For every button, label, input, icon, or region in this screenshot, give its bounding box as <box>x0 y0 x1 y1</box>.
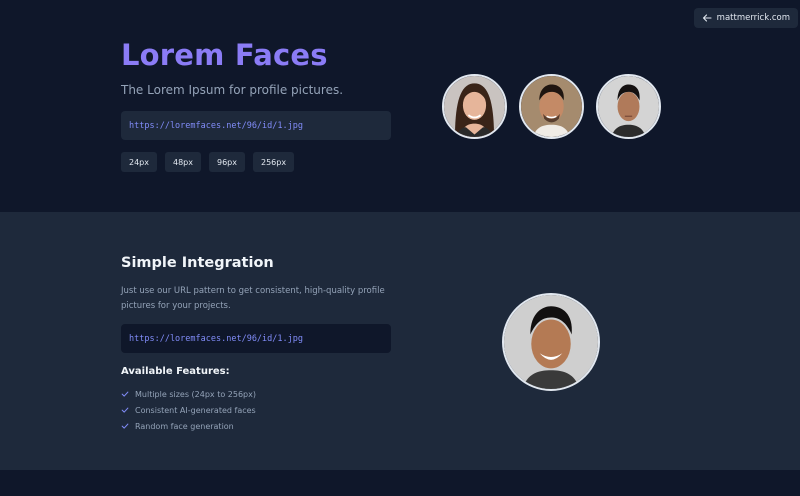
integration-section <box>0 212 800 470</box>
size-button-256[interactable]: 256px <box>253 152 295 172</box>
feature-item: Random face generation <box>121 418 256 434</box>
page-subtitle: The Lorem Ipsum for profile pictures. <box>121 83 344 97</box>
avatar-man-1 <box>519 74 584 139</box>
feature-item: Consistent AI-generated faces <box>121 402 256 418</box>
hero-url-text: https://loremfaces.net/96/id/1.jpg <box>129 120 303 131</box>
feature-label: Consistent AI-generated faces <box>135 405 256 415</box>
hero-section <box>0 0 800 212</box>
avatar-woman <box>442 74 507 139</box>
back-link-label: mattmerrick.com <box>716 13 790 23</box>
feature-label: Random face generation <box>135 421 234 431</box>
avatar-featured <box>502 293 600 391</box>
page-title: Lorem Faces <box>121 38 328 72</box>
check-icon <box>121 407 129 413</box>
avatar-man-2 <box>596 74 661 139</box>
size-label: 96px <box>217 157 237 167</box>
back-link[interactable]: mattmerrick.com <box>693 8 798 28</box>
size-label: 24px <box>129 157 149 167</box>
size-label: 256px <box>261 157 287 167</box>
section-title: Simple Integration <box>121 255 274 271</box>
integration-url-text: https://loremfaces.net/96/id/1.jpg <box>129 333 303 344</box>
section-description: Just use our URL pattern to get consiste… <box>121 286 385 311</box>
size-button-48[interactable]: 48px <box>165 152 201 172</box>
hero-url-code[interactable]: https://loremfaces.net/96/id/1.jpg <box>121 111 391 140</box>
features-title: Available Features: <box>121 366 230 377</box>
features-list: Multiple sizes (24px to 256px) Consisten… <box>121 386 256 434</box>
feature-item: Multiple sizes (24px to 256px) <box>121 386 256 402</box>
size-button-24[interactable]: 24px <box>121 152 157 172</box>
size-options: 24px 48px 96px 256px <box>121 152 295 172</box>
check-icon <box>121 423 129 429</box>
feature-label: Multiple sizes (24px to 256px) <box>135 389 256 399</box>
size-button-96[interactable]: 96px <box>209 152 245 172</box>
size-label: 48px <box>173 157 193 167</box>
footer-strip <box>0 470 800 496</box>
integration-url-code[interactable]: https://loremfaces.net/96/id/1.jpg <box>121 324 391 353</box>
arrow-left-icon <box>702 14 712 22</box>
check-icon <box>121 391 129 397</box>
